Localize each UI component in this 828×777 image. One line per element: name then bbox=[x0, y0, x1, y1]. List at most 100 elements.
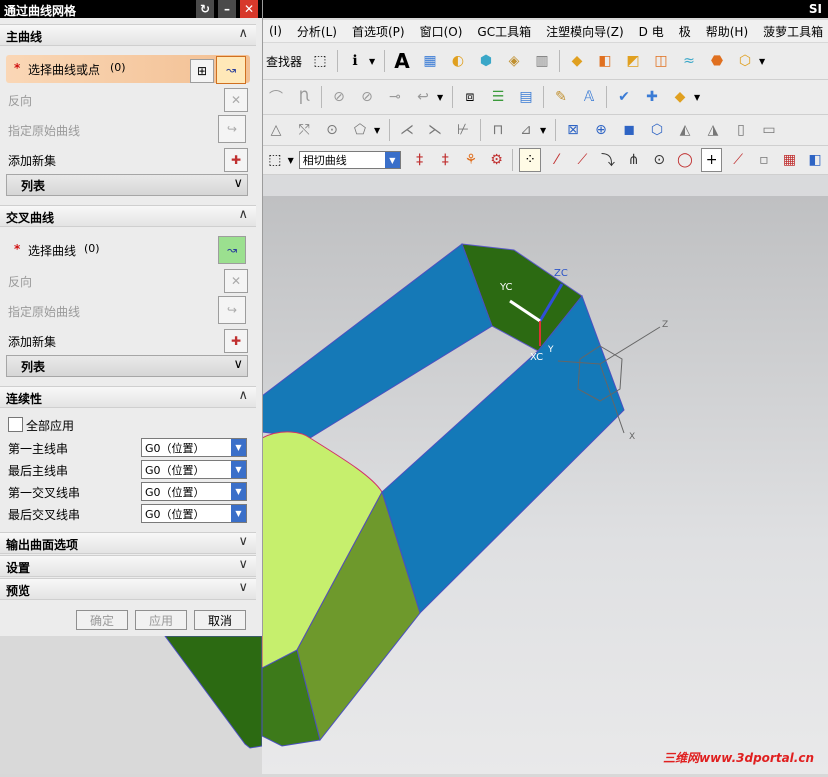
apply-all-checkbox[interactable] bbox=[8, 417, 23, 432]
point-on-curve-icon[interactable]: ⟋ bbox=[728, 149, 748, 171]
extrude-icon[interactable]: ◧ bbox=[594, 50, 616, 72]
radius-icon[interactable]: Ꞃ bbox=[293, 86, 315, 108]
group-icon[interactable]: ⚘ bbox=[461, 149, 481, 171]
curve-rule-select[interactable]: 相切曲线 ▼ bbox=[298, 151, 401, 169]
chevron-down-icon[interactable]: ▼ bbox=[759, 57, 767, 66]
menu-item-mold-wizard[interactable]: 注塑模向导(Z) bbox=[539, 23, 632, 40]
shape-icon[interactable]: ⬠ bbox=[349, 119, 371, 141]
graphics-viewport-left[interactable] bbox=[0, 635, 263, 774]
info-icon[interactable]: ℹ bbox=[344, 50, 366, 72]
chevron-up-icon[interactable]: ∧ bbox=[238, 26, 248, 41]
section-continuity[interactable]: 连续性 ∧ bbox=[0, 386, 256, 408]
reverse-direction-icon[interactable]: ✕ bbox=[224, 88, 248, 112]
menu-item[interactable]: (I) bbox=[262, 24, 290, 38]
curve-select-icon[interactable]: ↝ bbox=[218, 236, 246, 264]
apply-button[interactable]: 应用 bbox=[135, 610, 187, 630]
select-cross-curve-row[interactable]: * 选择曲线 (0) bbox=[6, 236, 250, 264]
origin-curve-icon[interactable]: ↪ bbox=[218, 296, 246, 324]
arc-center-icon[interactable]: ⊙ bbox=[649, 149, 669, 171]
wave-icon[interactable]: ≈ bbox=[678, 50, 700, 72]
snap-point-icon[interactable]: ⁘ bbox=[519, 148, 541, 172]
layer-settings-icon[interactable]: ▤ bbox=[515, 86, 537, 108]
continuity-last-cross-select[interactable]: G0（位置） ▼ bbox=[141, 504, 247, 523]
undo-arc-icon[interactable]: ↩ bbox=[412, 86, 434, 108]
ok-button[interactable]: 确定 bbox=[76, 610, 128, 630]
minimize-icon[interactable]: – bbox=[218, 0, 236, 18]
pattern-icon[interactable]: ◫ bbox=[650, 50, 672, 72]
chevron-down-icon[interactable]: ▼ bbox=[384, 152, 400, 168]
grid-surface-icon[interactable]: ◈ bbox=[503, 50, 525, 72]
trim-icon[interactable]: ⬡ bbox=[734, 50, 756, 72]
quadrant-icon[interactable]: ◯ bbox=[675, 149, 695, 171]
sweep-icon[interactable]: ◐ bbox=[447, 50, 469, 72]
select-rect-icon[interactable]: ⬚ bbox=[265, 149, 285, 171]
finder-label[interactable]: 查找器 bbox=[262, 53, 306, 70]
flat-icon[interactable]: ▭ bbox=[758, 119, 780, 141]
chevron-down-icon[interactable]: ∨ bbox=[238, 557, 248, 572]
radius-arc-icon[interactable]: ⤲ bbox=[293, 119, 315, 141]
add-set-icon[interactable]: ✚ bbox=[224, 148, 248, 172]
pmi-icon[interactable]: 𝔸 bbox=[578, 86, 600, 108]
chevron-up-icon[interactable]: ∧ bbox=[238, 207, 248, 222]
filter-icon[interactable]: ⚙ bbox=[487, 149, 507, 171]
menu-item-electrode[interactable]: D 电 bbox=[632, 23, 672, 40]
check-icon[interactable]: ✔ bbox=[613, 86, 635, 108]
section-icon[interactable]: ◭ bbox=[674, 119, 696, 141]
intersection-point-icon[interactable]: ⋔ bbox=[624, 149, 644, 171]
cancel-button[interactable]: 取消 bbox=[194, 610, 246, 630]
control-point-icon[interactable]: ⤵ bbox=[598, 149, 618, 171]
point-on-face-icon[interactable]: ▫ bbox=[754, 149, 774, 171]
shaded-icon[interactable]: ◼ bbox=[618, 119, 640, 141]
close-icon[interactable]: ✕ bbox=[240, 0, 258, 18]
split-icon[interactable]: ⋋ bbox=[424, 119, 446, 141]
origin-curve-icon[interactable]: ↪ bbox=[218, 115, 246, 143]
chevron-down-icon[interactable]: ▼ bbox=[369, 57, 377, 66]
menu-item-help[interactable]: 帮助(H) bbox=[699, 23, 756, 40]
chevron-down-icon[interactable]: ▼ bbox=[231, 505, 246, 522]
fillet-icon[interactable]: ⌒ bbox=[265, 86, 287, 108]
stop-intersection-icon[interactable]: ‡ bbox=[410, 149, 430, 171]
intersect-icon[interactable]: ⋌ bbox=[396, 119, 418, 141]
menu-item-gc-toolbox[interactable]: GC工具箱 bbox=[470, 23, 539, 40]
endpoint-icon[interactable]: ⁄ bbox=[547, 149, 567, 171]
menu-item-window[interactable]: 窗口(O) bbox=[413, 23, 471, 40]
offset-icon[interactable]: ◩ bbox=[622, 50, 644, 72]
text-tool-icon[interactable]: A bbox=[391, 49, 413, 73]
section-preview[interactable]: 预览 ∨ bbox=[0, 578, 256, 600]
cut-icon[interactable]: ⬣ bbox=[706, 50, 728, 72]
color-icon[interactable]: ◆ bbox=[669, 86, 691, 108]
fit-icon[interactable]: ⊠ bbox=[562, 119, 584, 141]
curve-select-icon[interactable]: ↝ bbox=[216, 56, 246, 84]
section-output-options[interactable]: 输出曲面选项 ∨ bbox=[0, 532, 256, 554]
zoom-icon[interactable]: ⊕ bbox=[590, 119, 612, 141]
graphics-viewport[interactable]: ZC YC XC Y Z X bbox=[262, 196, 828, 774]
midpoint-icon[interactable]: ⟋ bbox=[573, 149, 593, 171]
chevron-down-icon[interactable]: ▼ bbox=[540, 126, 548, 135]
add-set-icon[interactable]: ✚ bbox=[224, 329, 248, 353]
section-primary-curves[interactable]: 主曲线 ∧ bbox=[0, 24, 256, 46]
circle-tangent-icon[interactable]: ⊙ bbox=[321, 119, 343, 141]
chevron-down-icon[interactable]: ▼ bbox=[231, 483, 246, 500]
chevron-down-icon[interactable]: ▼ bbox=[374, 126, 382, 135]
shade-icon[interactable]: ◧ bbox=[805, 149, 825, 171]
cross-list-bar[interactable]: 列表 ∨ bbox=[6, 355, 248, 377]
chevron-down-icon[interactable]: ▼ bbox=[437, 93, 445, 102]
triangle-icon[interactable]: △ bbox=[265, 119, 287, 141]
section-cross-curves[interactable]: 交叉曲线 ∧ bbox=[0, 205, 256, 227]
chevron-down-icon[interactable]: ▼ bbox=[694, 93, 702, 102]
clip-icon[interactable]: ◮ bbox=[702, 119, 724, 141]
chevron-down-icon[interactable]: ▼ bbox=[231, 461, 246, 478]
reverse-direction-icon[interactable]: ✕ bbox=[224, 269, 248, 293]
point-dialog-icon[interactable]: ⊞ bbox=[190, 59, 214, 83]
mesh-icon[interactable]: ⬢ bbox=[475, 50, 497, 72]
section-settings[interactable]: 设置 ∨ bbox=[0, 555, 256, 577]
select-box-icon[interactable]: ⧈ bbox=[459, 86, 481, 108]
continuity-last-primary-select[interactable]: G0（位置） ▼ bbox=[141, 460, 247, 479]
grid-snap-icon[interactable]: ▦ bbox=[780, 149, 800, 171]
chevron-down-icon[interactable]: ▼ bbox=[231, 439, 246, 456]
continuity-first-cross-select[interactable]: G0（位置） ▼ bbox=[141, 482, 247, 501]
note-icon[interactable]: ✎ bbox=[550, 86, 572, 108]
ruled-icon[interactable]: ▥ bbox=[531, 50, 553, 72]
chevron-down-icon[interactable]: ▼ bbox=[288, 156, 295, 165]
chain-icon[interactable]: ⊸ bbox=[384, 86, 406, 108]
